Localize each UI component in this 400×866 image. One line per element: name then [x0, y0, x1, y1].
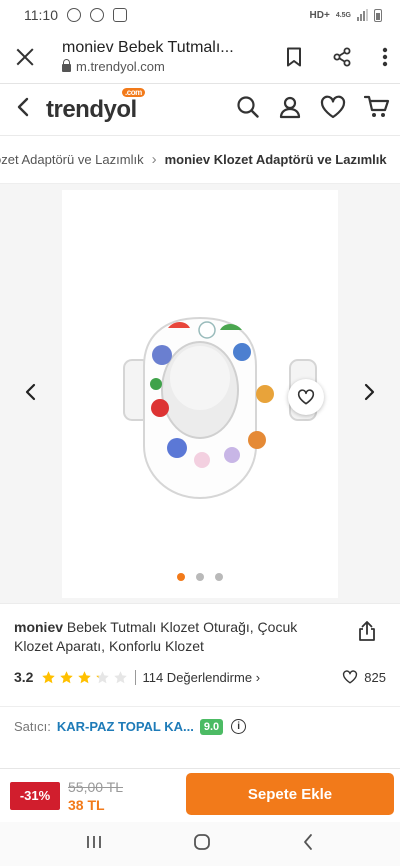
gallery-dot[interactable]: [215, 573, 223, 581]
lock-icon: [62, 59, 71, 72]
likes-count: 825: [364, 669, 386, 685]
gallery-dot[interactable]: [196, 573, 204, 581]
share-product-icon[interactable]: [358, 620, 376, 656]
logo-text: trendyol: [46, 95, 137, 123]
gallery-dot[interactable]: [177, 573, 185, 581]
star-icon: [96, 670, 110, 683]
signal-icon: [357, 9, 368, 21]
system-back-icon[interactable]: [302, 833, 314, 856]
breadcrumb-parent[interactable]: ozet Adaptörü ve Lazımlık: [0, 152, 144, 167]
browser-host: m.trendyol.com: [76, 59, 165, 74]
favorites-icon[interactable]: [320, 95, 346, 124]
network-label: HD+: [309, 9, 330, 21]
product-brand[interactable]: moniev: [14, 619, 63, 635]
search-icon[interactable]: [236, 95, 260, 124]
status-bar: 11:10 HD+ 4.5G: [0, 0, 400, 30]
star-icon: [60, 670, 74, 683]
breadcrumb-current[interactable]: moniev Klozet Adaptörü ve Lazımlık: [165, 152, 387, 167]
gallery-prev-icon[interactable]: [24, 382, 42, 401]
breadcrumb: ozet Adaptörü ve Lazımlık › moniev Kloze…: [0, 136, 400, 184]
heart-outline-icon: [343, 670, 358, 684]
seller-name[interactable]: KAR-PAZ TOPAL KA...: [57, 719, 194, 734]
seller-score-badge: 9.0: [199, 718, 224, 735]
rating-value: 3.2: [14, 669, 34, 685]
trendyol-logo[interactable]: trendyol .com: [46, 87, 145, 124]
more-options-icon[interactable]: [382, 47, 388, 67]
add-to-cart-button[interactable]: Sepete Ekle: [186, 773, 394, 815]
breadcrumb-chevron-icon: ›: [151, 151, 157, 168]
share-icon[interactable]: [332, 47, 352, 67]
logo-badge: .com: [122, 87, 145, 97]
app-notification-icon: [113, 8, 127, 22]
bookmark-icon[interactable]: [286, 47, 302, 67]
cart-icon[interactable]: [363, 95, 390, 124]
url-display[interactable]: moniev Bebek Tutmalı... m.trendyol.com: [62, 39, 286, 74]
browser-url-bar: moniev Bebek Tutmalı... m.trendyol.com: [0, 30, 400, 84]
seller-label: Satıcı:: [14, 719, 51, 734]
star-icon: [42, 670, 56, 683]
network-type: 4.5G: [335, 11, 351, 19]
buy-bar: -31% 55,00 TL 38 TL Sepete Ekle: [0, 768, 400, 822]
notification-icon: [67, 8, 81, 22]
new-price: 38 TL: [68, 796, 105, 813]
likes-counter[interactable]: 825: [342, 670, 386, 685]
home-icon[interactable]: [193, 833, 211, 856]
seller-row: Satıcı: KAR-PAZ TOPAL KA... 9.0 i: [0, 706, 400, 746]
discount-badge: -31%: [10, 781, 60, 810]
heart-icon: [297, 389, 315, 405]
add-to-favorites-button[interactable]: [288, 379, 324, 415]
system-nav-bar: [0, 822, 400, 866]
old-price: 55,00 TL: [68, 778, 124, 795]
close-tab-icon[interactable]: [14, 46, 36, 68]
battery-icon: [374, 8, 382, 22]
chevron-right-icon: ›: [255, 669, 261, 685]
product-title: moniev Bebek Tutmalı Klozet Oturağı, Çoc…: [14, 618, 334, 656]
back-icon[interactable]: [16, 97, 30, 122]
account-icon[interactable]: [278, 95, 302, 124]
star-icon: [78, 670, 92, 683]
rating-stars: [41, 670, 128, 685]
gallery-pagination: [0, 573, 400, 581]
reviews-link[interactable]: 114 Değerlendirme ›: [135, 669, 261, 685]
info-icon[interactable]: i: [231, 719, 247, 734]
recent-apps-icon[interactable]: [86, 834, 102, 855]
browser-page-title: moniev Bebek Tutmalı...: [62, 39, 234, 56]
status-time: 11:10: [24, 7, 58, 23]
product-info: moniev Bebek Tutmalı Klozet Oturağı, Çoc…: [0, 604, 400, 685]
star-icon: [114, 670, 128, 683]
product-gallery[interactable]: [0, 184, 400, 604]
reviews-count: 114 Değerlendirme: [142, 669, 253, 685]
sync-icon: [90, 8, 104, 22]
site-header: trendyol .com: [0, 84, 400, 136]
gallery-next-icon[interactable]: [362, 382, 380, 401]
